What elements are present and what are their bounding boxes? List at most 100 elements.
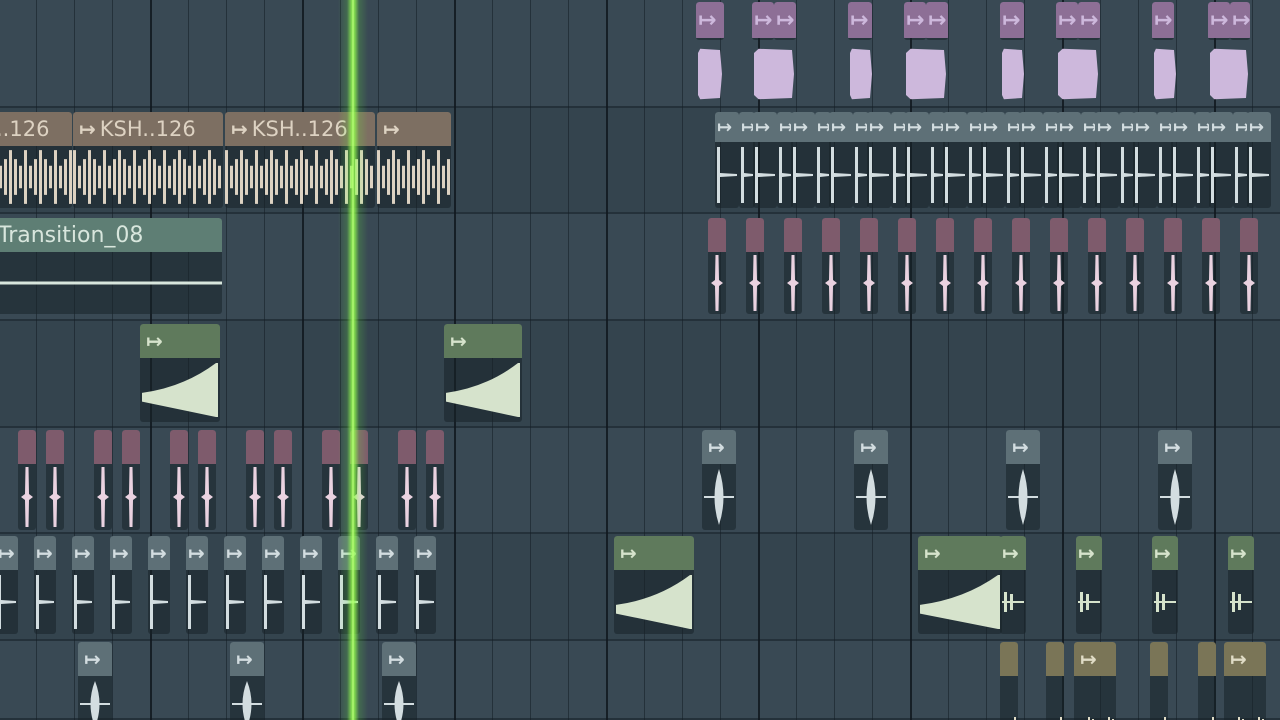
audio-clip[interactable]: ↦ xyxy=(1000,536,1026,634)
audio-clip[interactable] xyxy=(708,218,726,314)
audio-clip[interactable]: ↦ xyxy=(1076,536,1102,634)
audio-clip[interactable]: ↦ xyxy=(78,642,112,720)
clip-header[interactable]: ↦ xyxy=(1078,2,1100,38)
clip-header[interactable]: ↦ xyxy=(1056,2,1078,38)
clip-header[interactable]: ↦ xyxy=(1158,430,1192,464)
clip-header[interactable]: ↦ xyxy=(696,2,724,38)
clip-header[interactable] xyxy=(936,218,954,252)
clip-header[interactable]: ↦ xyxy=(1019,112,1043,142)
clip-header[interactable]: ↦ xyxy=(753,112,777,142)
audio-clip[interactable] xyxy=(1150,642,1168,720)
clip-header[interactable] xyxy=(860,218,878,252)
audio-clip[interactable]: ↦ xyxy=(1209,112,1233,208)
audio-clip[interactable] xyxy=(1088,218,1106,314)
audio-clip[interactable]: ↦ xyxy=(918,536,1002,634)
audio-clip[interactable] xyxy=(198,430,216,530)
audio-clip[interactable]: ↦ xyxy=(300,536,322,634)
audio-clip[interactable]: ↦ xyxy=(1230,2,1250,40)
clip-header[interactable]: ↦ xyxy=(918,536,1002,570)
clip-header[interactable]: ↦ xyxy=(1057,112,1081,142)
audio-clip[interactable]: ↦ xyxy=(905,112,929,208)
clip-header[interactable]: ↦ xyxy=(1209,112,1233,142)
clip-header[interactable] xyxy=(170,430,188,464)
audio-clip[interactable]: ↦ xyxy=(444,324,522,422)
audio-clip[interactable]: ↦ xyxy=(943,112,967,208)
audio-clip[interactable]: ↦ xyxy=(614,536,694,634)
audio-clip[interactable] xyxy=(1240,218,1258,314)
clip-header[interactable] xyxy=(1240,218,1258,252)
audio-clip[interactable]: ↦ xyxy=(1056,2,1078,40)
clip-header[interactable]: ↦ xyxy=(867,112,891,142)
clip-header[interactable]: ↦ xyxy=(1095,112,1119,142)
audio-clip[interactable]: ↦ KSH..126 xyxy=(225,112,375,208)
audio-clip[interactable]: ↦ xyxy=(1247,112,1271,208)
clip-header[interactable]: ↦ xyxy=(1171,112,1195,142)
audio-clip[interactable]: ↦ xyxy=(1152,2,1174,40)
audio-clip[interactable]: ↦ xyxy=(1158,430,1192,530)
clip-header[interactable]: ↦ xyxy=(715,112,739,142)
audio-clip[interactable]: ↦ xyxy=(140,324,220,422)
clip-header[interactable] xyxy=(1050,218,1068,252)
clip-header[interactable]: ↦ xyxy=(1133,112,1157,142)
audio-clip[interactable] xyxy=(1202,218,1220,314)
clip-header[interactable] xyxy=(398,430,416,464)
audio-clip[interactable]: ↦ xyxy=(376,536,398,634)
clip-header[interactable]: ↦ xyxy=(1006,430,1040,464)
clip-header[interactable] xyxy=(18,430,36,464)
clip-header[interactable]: ↦ xyxy=(1152,2,1174,38)
audio-clip[interactable]: ↦ xyxy=(854,430,888,530)
audio-clip[interactable]: ↦ xyxy=(867,112,891,208)
audio-clip[interactable]: ↦ xyxy=(1152,536,1178,634)
clip-header[interactable] xyxy=(1000,642,1018,676)
audio-clip[interactable]: ↦ KSH..126 xyxy=(73,112,223,208)
clip-header[interactable] xyxy=(1046,642,1064,676)
clip-header[interactable]: ↦ xyxy=(904,2,926,38)
audio-clip[interactable] xyxy=(784,218,802,314)
audio-clip[interactable] xyxy=(398,430,416,530)
clip-header[interactable] xyxy=(350,430,368,464)
audio-clip[interactable]: ↦ xyxy=(715,112,739,208)
audio-clip[interactable]: ↦ xyxy=(1057,112,1081,208)
audio-clip[interactable]: ↦ xyxy=(1019,112,1043,208)
clip-header[interactable]: ↦ xyxy=(702,430,736,464)
clip-header[interactable]: ↦ xyxy=(186,536,208,570)
clip-header[interactable]: ..126 xyxy=(0,112,72,146)
audio-clip[interactable]: ↦ xyxy=(1228,536,1254,634)
clip-header[interactable] xyxy=(1126,218,1144,252)
audio-clip[interactable] xyxy=(860,218,878,314)
audio-clip[interactable]: ↦ xyxy=(1078,2,1100,40)
clip-header[interactable] xyxy=(46,430,64,464)
audio-clip[interactable] xyxy=(1000,642,1018,720)
clip-header[interactable]: ↦ xyxy=(338,536,360,570)
audio-clip[interactable]: ↦ xyxy=(1133,112,1157,208)
audio-clip[interactable]: ↦ xyxy=(338,536,360,634)
clip-header[interactable]: ↦ xyxy=(943,112,967,142)
clip-header[interactable]: ↦ xyxy=(926,2,948,38)
clip-header[interactable] xyxy=(198,430,216,464)
clip-header[interactable]: ↦ xyxy=(1230,2,1250,38)
audio-clip[interactable]: ↦ xyxy=(0,536,18,634)
clip-header[interactable]: ↦ xyxy=(414,536,436,570)
clip-header[interactable]: ↦ xyxy=(262,536,284,570)
clip-header[interactable] xyxy=(1012,218,1030,252)
audio-clip[interactable]: ↦ xyxy=(1000,2,1024,40)
audio-clip[interactable]: ↦ xyxy=(186,536,208,634)
audio-clip[interactable] xyxy=(1012,218,1030,314)
clip-header[interactable]: ↦ xyxy=(224,536,246,570)
clip-header[interactable]: ↦ xyxy=(0,536,18,570)
clip-header[interactable] xyxy=(1150,642,1168,676)
clip-header[interactable]: ↦ KSH..126 xyxy=(225,112,375,146)
audio-clip[interactable] xyxy=(274,430,292,530)
audio-clip[interactable]: ↦ xyxy=(110,536,132,634)
clip-header[interactable]: ↦ xyxy=(791,112,815,142)
clip-header[interactable]: ↦ xyxy=(905,112,929,142)
audio-clip[interactable]: ↦ xyxy=(1208,2,1230,40)
clip-header[interactable] xyxy=(898,218,916,252)
audio-clip[interactable]: ↦ xyxy=(377,112,451,208)
audio-clip[interactable]: ↦ xyxy=(848,2,872,40)
audio-clip[interactable]: ↦ xyxy=(904,2,926,40)
clip-header[interactable] xyxy=(274,430,292,464)
audio-clip[interactable]: ↦ xyxy=(230,642,264,720)
clip-header[interactable]: ↦ xyxy=(1000,536,1026,570)
audio-clip[interactable] xyxy=(18,430,36,530)
